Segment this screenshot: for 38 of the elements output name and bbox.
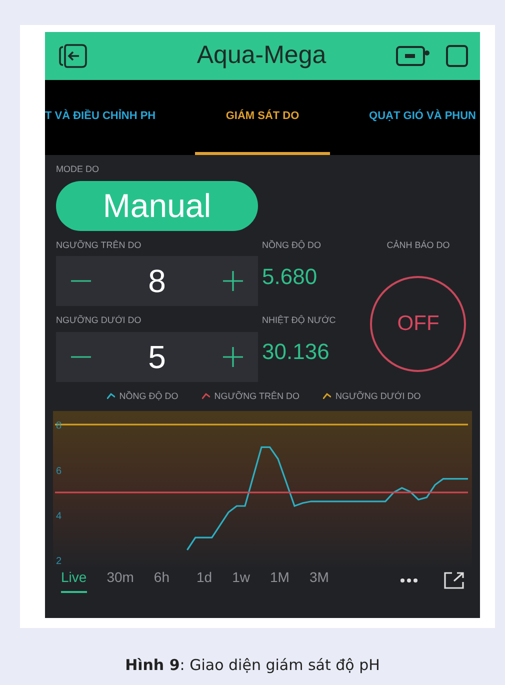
device-icon[interactable] <box>396 45 430 67</box>
time-range-tab[interactable]: 6h <box>154 567 170 593</box>
plus-icon[interactable] <box>222 346 244 368</box>
axis-tick-label: 6 <box>56 466 62 477</box>
stepper-field[interactable]: 5 <box>56 332 258 382</box>
stepper-value: 5 <box>148 338 166 376</box>
legend-label: NGƯỠNG TRÊN DO <box>214 390 300 402</box>
time-range-tab[interactable]: Live <box>61 567 87 593</box>
widget-label: NỒNG ĐỘ DO <box>262 238 322 252</box>
stepper-value: 8 <box>148 262 166 301</box>
time-range-tab[interactable]: 1M <box>270 567 290 593</box>
widget-label: NGƯỠNG TRÊN DO <box>56 238 142 252</box>
plus-icon[interactable] <box>222 270 244 292</box>
more-icon[interactable] <box>400 578 418 582</box>
legend-label: NGƯỠNG DƯỚI DO <box>335 390 421 402</box>
app-title: Aqua-Mega <box>196 40 328 72</box>
figure-caption: Hình 9: Giao diện giám sát độ pH <box>124 655 381 676</box>
time-range-tab[interactable]: 30m <box>106 567 134 593</box>
stepper-field[interactable]: 8 <box>56 256 258 306</box>
alert-led: OFF <box>370 276 466 372</box>
time-range-tab[interactable]: 3M <box>309 567 329 593</box>
widget-label: CẢNH BÁO DO <box>386 238 450 252</box>
value-display: 30.136 <box>262 338 330 366</box>
widget-label: MODE DO <box>56 163 100 176</box>
tab[interactable]: GIÁM SÁT DO <box>195 80 330 155</box>
legend-label: NỒNG ĐỘ DO <box>119 390 178 402</box>
expand-icon[interactable] <box>444 572 464 588</box>
axis-tick-label: 4 <box>56 511 62 522</box>
square-icon[interactable] <box>446 45 468 67</box>
widget-label: NHIỆT ĐỘ NƯỚC <box>262 314 337 326</box>
time-range-tab[interactable]: 1d <box>196 567 212 593</box>
axis-tick-label: 2 <box>56 556 62 567</box>
tab[interactable]: T VÀ ĐIỀU CHỈNH PH <box>45 80 195 155</box>
value-display: 5.680 <box>262 263 318 291</box>
widget-label: NGƯỠNG DƯỚI DO <box>56 314 142 327</box>
time-range-tab[interactable]: 1w <box>232 567 250 593</box>
exit-icon[interactable] <box>59 44 87 68</box>
tab[interactable]: QUẠT GIÓ VÀ PHUN <box>330 80 480 155</box>
